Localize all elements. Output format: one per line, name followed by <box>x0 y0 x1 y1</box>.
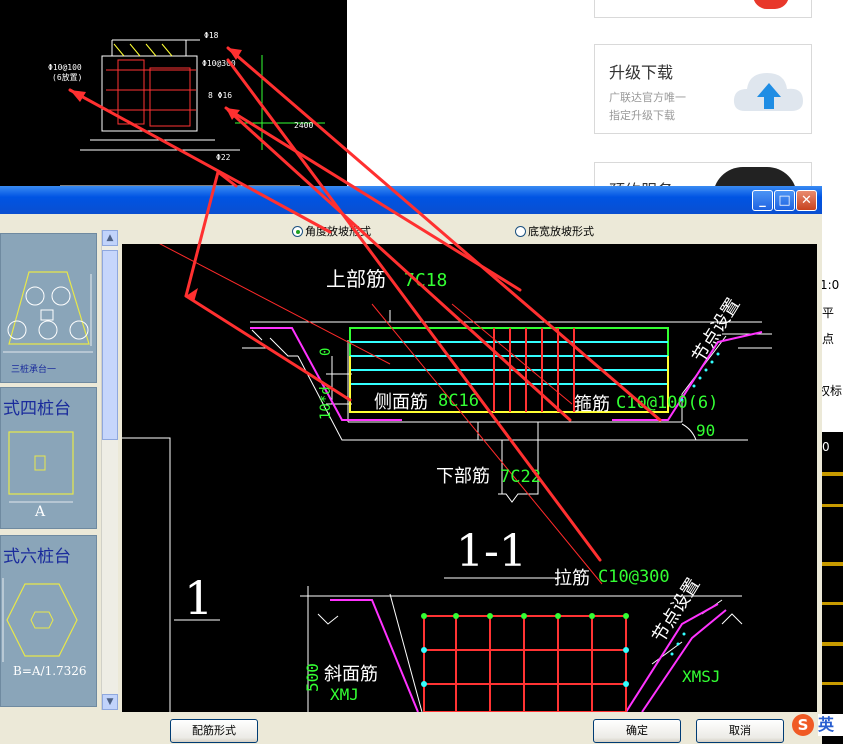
rebar-config-dialog: _ □ ✕ 三桩承台一 式四桩台 A 式六桩台 B=A/1.7326 ▲ ▼ 角… <box>0 186 822 744</box>
scroll-up-arrow-icon[interactable]: ▲ <box>102 230 118 246</box>
thumbnail-caption-three: 三桩承台一 <box>11 365 57 375</box>
close-button[interactable]: ✕ <box>796 190 817 211</box>
radio-angle-slope[interactable]: 角度放坡形式 <box>292 223 371 239</box>
stirrup-label: 箍筋 <box>574 394 610 415</box>
top-bar-label: 上部筋 <box>326 267 386 291</box>
radio-selected-icon <box>292 226 303 237</box>
upgrade-download-card[interactable]: 升级下载 广联达官方唯一 指定升级下载 <box>594 44 812 134</box>
side-bar-label: 侧面筋 <box>374 392 428 413</box>
thumbnail-dim-six: B=A/1.7326 <box>13 664 87 678</box>
bg-label-stirrup: Φ10@100 <box>48 63 82 72</box>
bg-label-22: Φ22 <box>216 153 231 162</box>
bg-label-18: Φ18 <box>204 31 219 40</box>
cancel-button[interactable]: 取消 <box>696 719 784 743</box>
slope-code-left: XMJ <box>330 685 359 704</box>
rebar-preview-canvas: 上部筋 侧面筋 箍筋 下部筋 拉筋 斜面筋 7C18 8C16 C10@100(… <box>122 244 817 712</box>
tie-bar-value: C10@300 <box>598 567 670 587</box>
bg-label-16: 8 Φ16 <box>208 91 232 100</box>
bottom-bar-label: 下部筋 <box>436 466 490 487</box>
upgrade-subtitle-2: 指定升级下载 <box>609 109 675 122</box>
dim-zero-label: 0 <box>318 348 334 356</box>
thumbnail-title-four: 式四桩台 <box>3 399 71 419</box>
ime-logo-icon[interactable]: S <box>792 714 814 736</box>
thumbnail-four-pile-cap[interactable]: 式四桩台 A <box>0 387 97 529</box>
upgrade-title: 升级下载 <box>609 63 674 82</box>
slope-bar-label: 斜面筋 <box>324 664 378 685</box>
ime-mode-indicator[interactable]: 英 <box>818 714 843 736</box>
radio-width-label: 底宽放坡形式 <box>528 225 594 238</box>
maximize-button[interactable]: □ <box>774 190 795 211</box>
scrollbar-thumb[interactable] <box>102 250 118 440</box>
thumbnail-three-pile-cap[interactable]: 三桩承台一 <box>0 233 97 383</box>
stirrup-value: C10@100(6) <box>616 393 718 413</box>
tie-bar-label: 拉筋 <box>554 568 590 589</box>
thumbnail-dim-four: A <box>35 504 46 520</box>
radio-angle-label: 角度放坡形式 <box>305 225 371 238</box>
right-app-flat: 平 <box>822 306 835 320</box>
rebar-form-button[interactable]: 配筋形式 <box>170 719 258 743</box>
cloud-upload-icon <box>733 73 803 111</box>
section-mark: 1 <box>184 571 213 625</box>
section-title: 1-1 <box>456 526 527 577</box>
thumbnail-six-pile-cap[interactable]: 式六桩台 B=A/1.7326 <box>0 535 97 707</box>
promo-icon <box>753 0 789 9</box>
slope-code-right: XMSJ <box>682 667 721 686</box>
node-setting-label-top: 节点设置 <box>688 294 744 366</box>
radio-unselected-icon <box>515 226 526 237</box>
bg-label-2400: 2400 <box>294 121 313 130</box>
thumbnail-scrollbar[interactable]: ▲ ▼ <box>101 230 118 710</box>
thumbnail-title-six: 式六桩台 <box>3 547 71 567</box>
right-app-scale: 1:0 <box>820 278 840 292</box>
bg-label-10-300: Φ10@300 <box>202 59 236 68</box>
scroll-down-arrow-icon[interactable]: ▼ <box>102 694 118 710</box>
slope-mode-radio-group: 角度放坡形式 底宽放坡形式 <box>122 215 818 245</box>
radio-width-slope[interactable]: 底宽放坡形式 <box>515 223 594 239</box>
minimize-button[interactable]: _ <box>752 190 773 211</box>
bottom-bar-value: 7C22 <box>500 467 541 487</box>
ok-button[interactable]: 确定 <box>593 719 681 743</box>
dim-500-label: 500 <box>303 663 322 692</box>
top-bar-value: 7C18 <box>404 270 447 291</box>
right-app-zero: 0 <box>822 440 830 454</box>
dim-10d-label: 10*d <box>318 386 334 420</box>
angle-label: 90 <box>696 421 715 440</box>
background-cad-drawing: Φ10@100 (6放置) Φ18 Φ10@300 8 Φ16 Φ22 2400 <box>0 0 347 190</box>
right-app-point: 点 <box>822 332 835 346</box>
web-card-top[interactable] <box>594 0 812 18</box>
dialog-titlebar[interactable]: _ □ ✕ <box>0 186 822 214</box>
side-bar-value: 8C16 <box>438 391 479 411</box>
upgrade-subtitle-1: 广联达官方唯一 <box>609 91 686 104</box>
bg-label-6: (6放置) <box>52 72 82 82</box>
